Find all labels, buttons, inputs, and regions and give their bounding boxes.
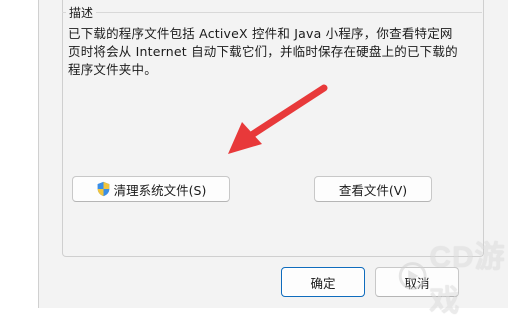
ok-button[interactable]: 确定: [281, 267, 365, 297]
annotation-arrow: [228, 84, 328, 154]
view-files-button[interactable]: 查看文件(V): [314, 176, 432, 202]
clean-system-files-label: 清理系统文件(S): [113, 182, 207, 198]
watermark-text: CD游戏: [429, 241, 506, 318]
view-files-label: 查看文件(V): [338, 182, 408, 198]
group-divider: [62, 12, 482, 13]
watermark-logo-icon: [398, 262, 427, 290]
uac-shield-icon: [97, 181, 109, 197]
ok-label: 确定: [310, 275, 336, 291]
description-text: 已下载的程序文件包括 ActiveX 控件和 Java 小程序，你查看特定网页时…: [68, 26, 458, 77]
clean-system-files-button[interactable]: 清理系统文件(S): [72, 176, 230, 202]
watermark: CD游戏: [398, 232, 508, 320]
description-group-title: 描述: [66, 4, 97, 21]
